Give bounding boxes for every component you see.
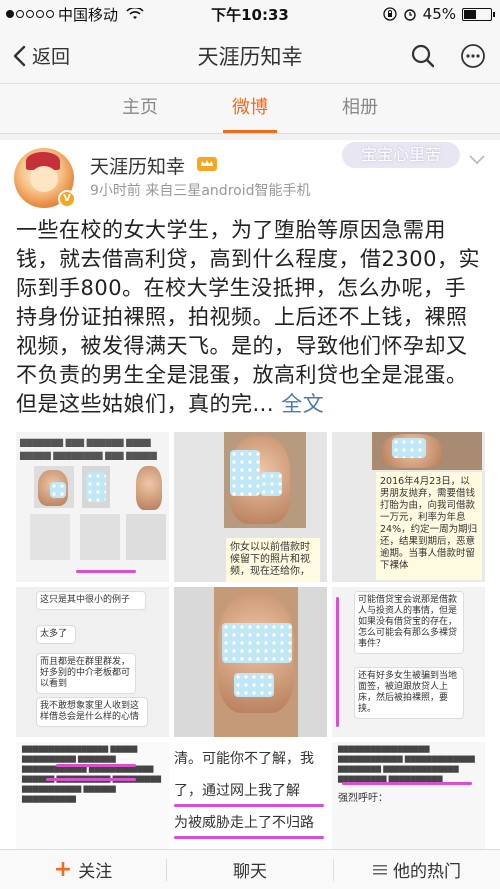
- hot-label: 他的热门: [393, 862, 461, 882]
- post-image-8[interactable]: 清。可能你不了解，我 了，通过网上我了解 为被威胁走上了不归路: [174, 742, 327, 849]
- alarm-icon: [403, 9, 416, 21]
- status-bar: 中国移动 下午10:33 45%: [0, 0, 500, 28]
- profile-tabs: 主页 微博 相册: [0, 84, 500, 134]
- image-3-caption: 2016年4月23日，以男朋友抛弃，需要借钱打胎为由，向我司借款一万元，利率为年…: [376, 472, 482, 580]
- image-2-caption: 你女以以前借款时候留下的照片和视频，现在还给你，: [226, 538, 320, 582]
- back-label: 返回: [32, 46, 71, 68]
- nav-bar: 返回 天涯历知幸: [0, 28, 500, 84]
- hot-posts-button[interactable]: 他的热门: [334, 857, 500, 882]
- full-text-link[interactable]: 全文: [281, 392, 324, 416]
- post-image-5[interactable]: [174, 587, 327, 737]
- back-button[interactable]: 返回: [0, 42, 110, 69]
- chevron-down-icon[interactable]: [468, 154, 486, 166]
- battery-percent: 45%: [422, 5, 456, 23]
- post-image-4[interactable]: 这只是其中很小的例子 太多了 而且都是在群里群发，好多别的中介老板都可以看到 我…: [16, 587, 169, 737]
- post-image-9[interactable]: ▇▇▇▇▇▇▇▇▇▇▇▇▇▇▇▇▇ ▇▇▇▇▇▇▇▇▇▇▇▇ ▇▇▇▇▇▇▇▇▇…: [332, 742, 485, 849]
- post-card: V 天涯历知幸 9小时前 来自三星android智能手机 宝宝心里苦 一些在校的…: [0, 140, 500, 849]
- post-text: 一些在校的女大学生，为了堕胎等原因急需用钱，就去借高利贷，高到什么程度，借230…: [16, 216, 486, 419]
- more-icon[interactable]: [460, 43, 486, 69]
- status-right: 45%: [383, 5, 495, 23]
- image-4-line-4: 我不敢想象家里人收到这样借总会是什么样的心情: [36, 697, 148, 727]
- post-image-7[interactable]: ▇▇▇▇▇▇▇▇▇▇▇▇▇▇▇▇ ▇▇▇▇▇ ▇▇▇▇▇▇▇▇▇▇ ▇▇▇▇▇▇…: [16, 742, 169, 849]
- nav-actions: [410, 43, 486, 69]
- image-8-line-3: 为被威胁走上了不归路: [174, 815, 314, 831]
- post-meta: 9小时前 来自三星android智能手机: [90, 183, 311, 199]
- tab-home[interactable]: 主页: [85, 84, 195, 133]
- post-image-3[interactable]: 2016年4月23日，以男朋友抛弃，需要借钱打胎为由，向我司借款一万元，利率为年…: [332, 432, 485, 582]
- image-8-line-1: 清。可能你不了解，我: [174, 751, 314, 767]
- image-6-line-2: 还有好多女生被骗到当地面签，被迫跟放贷人上床，然后被拍裸照，要挟。: [354, 667, 464, 719]
- image-grid: ▇▇▇▇▇▇▇ ▇▇▇ ▇▇▇▇▇▇ ▇▇▇▇ ▇▇▇▇▇ ▇▇▇▇▇▇▇▇ ▇…: [16, 432, 485, 849]
- follow-label: 关注: [78, 862, 113, 882]
- image-4-line-1: 这只是其中很小的例子: [36, 591, 146, 610]
- post-image-6[interactable]: 可能借贷宝会说那是借款人与投资人的事情，但是如果没有借贷宝的存在，怎么可能会有那…: [332, 587, 485, 737]
- battery-fill: [464, 9, 476, 19]
- plus-icon: +: [53, 857, 73, 882]
- verified-badge-icon: V: [58, 190, 76, 208]
- vip-crown-icon: [197, 157, 217, 171]
- battery-icon: [462, 7, 495, 21]
- image-4-line-3: 而且都是在群里群发，好多别的中介老板都可以看到: [36, 653, 136, 694]
- post-image-1[interactable]: ▇▇▇▇▇▇▇ ▇▇▇ ▇▇▇▇▇▇ ▇▇▇▇ ▇▇▇▇▇ ▇▇▇▇▇▇▇▇ ▇…: [16, 432, 169, 582]
- search-icon[interactable]: [410, 43, 436, 69]
- list-icon: [373, 864, 387, 874]
- post-image-2[interactable]: 你女以以前借款时候留下的照片和视频，现在还给你，: [174, 432, 327, 582]
- chat-button[interactable]: 聊天: [167, 857, 333, 882]
- rotation-lock-icon: [383, 7, 397, 21]
- image-9-label: 强烈呼吁：: [338, 793, 388, 804]
- bottom-action-bar: + 关注 聊天 他的热门: [0, 849, 500, 889]
- post-username[interactable]: 天涯历知幸: [90, 152, 185, 179]
- watermark: 宝宝心里苦: [342, 142, 460, 168]
- image-8-line-2: 了，通过网上我了解: [174, 783, 300, 799]
- chevron-left-icon: [13, 45, 26, 66]
- image-4-line-2: 太多了: [36, 625, 76, 644]
- post-body: 一些在校的女大学生，为了堕胎等原因急需用钱，就去借高利贷，高到什么程度，借230…: [16, 218, 480, 416]
- chat-label: 聊天: [233, 862, 267, 882]
- follow-button[interactable]: + 关注: [0, 857, 166, 882]
- image-6-line-1: 可能借贷宝会说那是借款人与投资人的事情，但是如果没有借贷宝的存在，怎么可能会有那…: [354, 591, 464, 654]
- tab-weibo[interactable]: 微博: [195, 84, 305, 133]
- tab-album[interactable]: 相册: [305, 84, 415, 133]
